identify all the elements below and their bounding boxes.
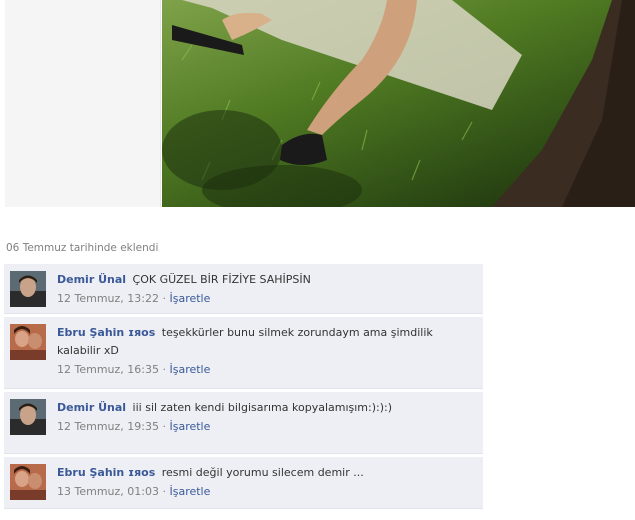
meta-separator: · bbox=[162, 363, 166, 376]
comment-date[interactable]: 12 Temmuz, 13:22 bbox=[57, 292, 159, 305]
comment-author[interactable]: Demir Ünal bbox=[57, 401, 126, 414]
comment-date[interactable]: 12 Temmuz, 19:35 bbox=[57, 420, 159, 433]
comment-meta: 13 Temmuz, 01:03 · İşaretle bbox=[57, 483, 475, 501]
comment-body: Ebru Şahin ɪяᴏѕ resmi değil yorumu silec… bbox=[57, 464, 475, 482]
meta-separator: · bbox=[162, 292, 166, 305]
meta-separator: · bbox=[162, 420, 166, 433]
like-link[interactable]: İşaretle bbox=[169, 420, 210, 433]
comment-text: iii sil zaten kendi bilgisarıma kopyalam… bbox=[132, 401, 393, 414]
like-link[interactable]: İşaretle bbox=[169, 292, 210, 305]
meta-separator: · bbox=[162, 485, 166, 498]
photo-side-panel bbox=[5, 0, 161, 207]
comment-item: Demir Ünal ÇOK GÜZEL BİR FİZİYE SAHİPSİN… bbox=[4, 264, 483, 314]
comment-text: resmi değil yorumu silecem demir ... bbox=[161, 466, 364, 479]
male-profile-avatar[interactable] bbox=[10, 271, 46, 307]
photo-added-date: 06 Temmuz tarihinde eklendi bbox=[6, 242, 159, 254]
comment-body: Demir Ünal ÇOK GÜZEL BİR FİZİYE SAHİPSİN bbox=[57, 271, 475, 289]
comment-list: Demir Ünal ÇOK GÜZEL BİR FİZİYE SAHİPSİN… bbox=[4, 264, 483, 512]
comment-date[interactable]: 13 Temmuz, 01:03 bbox=[57, 485, 159, 498]
female-couple-avatar[interactable] bbox=[10, 464, 46, 500]
comment-meta: 12 Temmuz, 16:35 · İşaretle bbox=[57, 361, 475, 379]
female-couple-avatar[interactable] bbox=[10, 324, 46, 360]
comment-item: Ebru Şahin ɪяᴏѕ resmi değil yorumu silec… bbox=[4, 457, 483, 509]
comment-text: ÇOK GÜZEL BİR FİZİYE SAHİPSİN bbox=[132, 273, 311, 286]
comment-author[interactable]: Demir Ünal bbox=[57, 273, 126, 286]
comment-author[interactable]: Ebru Şahin ɪяᴏѕ bbox=[57, 326, 155, 339]
comment-item: Demir Ünal iii sil zaten kendi bilgisarı… bbox=[4, 392, 483, 454]
male-profile-avatar[interactable] bbox=[10, 399, 46, 435]
comment-item: Ebru Şahin ɪяᴏѕ teşekkürler bunu silmek … bbox=[4, 317, 483, 389]
comment-meta: 12 Temmuz, 13:22 · İşaretle bbox=[57, 290, 475, 308]
comment-meta: 12 Temmuz, 19:35 · İşaretle bbox=[57, 418, 475, 436]
like-link[interactable]: İşaretle bbox=[169, 363, 210, 376]
comment-date[interactable]: 12 Temmuz, 16:35 bbox=[57, 363, 159, 376]
comment-body: Ebru Şahin ɪяᴏѕ teşekkürler bunu silmek … bbox=[57, 324, 475, 360]
feet-on-grass-photo bbox=[162, 0, 635, 207]
comment-author[interactable]: Ebru Şahin ɪяᴏѕ bbox=[57, 466, 155, 479]
like-link[interactable]: İşaretle bbox=[169, 485, 210, 498]
comment-body: Demir Ünal iii sil zaten kendi bilgisarı… bbox=[57, 399, 475, 417]
